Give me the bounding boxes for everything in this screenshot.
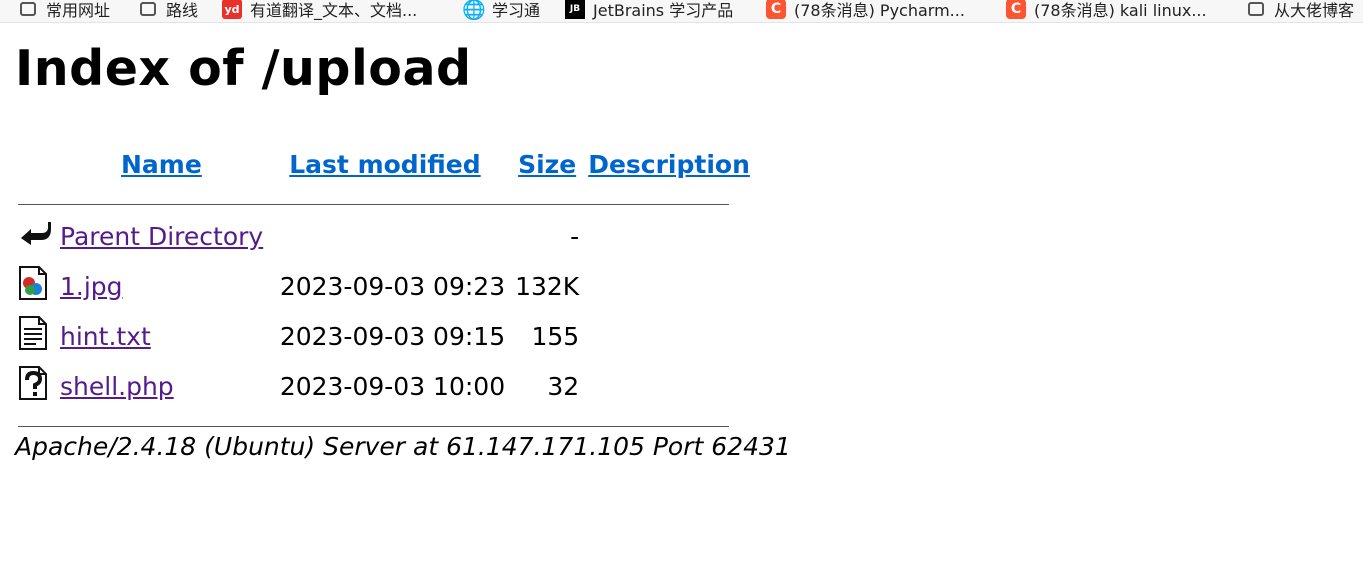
bookmark-folder-route[interactable]: 路线	[140, 0, 198, 21]
row-name-cell: 1.jpg	[57, 261, 274, 311]
bookmark-folder-common[interactable]: 常用网址	[20, 0, 110, 21]
table-row: hint.txt 2023-09-03 09:15 155	[14, 311, 756, 361]
row-description	[582, 211, 756, 261]
globe-icon: 🌐	[462, 0, 486, 21]
row-icon-cell	[14, 361, 57, 411]
bookmark-csdn-kali[interactable]: C (78条消息) kali linux...	[1006, 0, 1207, 21]
table-header: Name Last modified Size Description	[14, 136, 756, 197]
sort-by-name-link[interactable]: Name	[121, 150, 202, 179]
row-size: 32	[547, 371, 580, 401]
csdn-icon: C	[1006, 0, 1026, 19]
header-rule	[14, 197, 756, 211]
bookmark-xuexitong[interactable]: 🌐 学习通	[462, 0, 541, 21]
folder-icon	[20, 2, 36, 16]
bookmark-label: JetBrains 学习产品	[593, 1, 734, 20]
bookmark-label: 常用网址	[46, 1, 111, 20]
bookmark-jetbrains[interactable]: JB JetBrains 学习产品	[565, 0, 733, 21]
table-row: 1.jpg 2023-09-03 09:23 132K	[14, 261, 756, 311]
sort-by-last-modified-link[interactable]: Last modified	[289, 150, 480, 179]
header-last-modified: Last modified	[274, 136, 508, 197]
row-icon-cell	[14, 311, 57, 361]
row-size: -	[570, 221, 580, 251]
row-size: 132K	[515, 271, 580, 301]
server-signature: Apache/2.4.18 (Ubuntu) Server at 61.147.…	[15, 432, 791, 461]
directory-listing: Name Last modified Size Description Pare…	[14, 136, 756, 433]
table-row: shell.php 2023-09-03 10:00 32	[14, 361, 756, 411]
bookmark-label: 有道翻译_文本、文档...	[250, 1, 418, 20]
file-link[interactable]: 1.jpg	[60, 272, 123, 301]
row-description	[582, 361, 756, 411]
text-file-icon	[19, 316, 47, 350]
row-name-cell: Parent Directory	[57, 211, 274, 261]
bookmark-label: 学习通	[492, 1, 541, 20]
file-link[interactable]: hint.txt	[60, 322, 151, 351]
bookmark-csdn-pycharm[interactable]: C (78条消息) Pycharm...	[766, 0, 965, 21]
jetbrains-icon: JB	[565, 0, 585, 19]
row-last-modified	[274, 211, 508, 261]
bookmark-label: 从大佬博客	[1274, 1, 1355, 20]
header-description: Description	[582, 136, 756, 197]
footer-rule	[14, 411, 756, 433]
row-name-cell: shell.php	[57, 361, 274, 411]
table-row: Parent Directory -	[14, 211, 756, 261]
bookmark-label: 路线	[166, 1, 199, 20]
unknown-file-icon	[19, 366, 47, 400]
image-file-icon	[19, 266, 47, 300]
sort-by-description-link[interactable]: Description	[588, 150, 750, 179]
csdn-icon: C	[766, 0, 786, 19]
bookmark-youdao[interactable]: yd 有道翻译_文本、文档...	[222, 0, 417, 21]
row-description	[582, 261, 756, 311]
divider	[18, 203, 729, 205]
row-description	[582, 311, 756, 361]
parent-directory-link[interactable]: Parent Directory	[60, 222, 263, 251]
divider	[18, 425, 729, 427]
header-size: Size	[508, 136, 582, 197]
bookmark-folder-blogs[interactable]: 从大佬博客	[1248, 0, 1354, 21]
row-last-modified: 2023-09-03 09:15	[279, 321, 506, 351]
row-icon-cell	[14, 211, 57, 261]
row-last-modified: 2023-09-03 10:00	[279, 371, 506, 401]
row-last-modified: 2023-09-03 09:23	[279, 271, 506, 301]
file-link[interactable]: shell.php	[60, 372, 174, 401]
folder-icon	[140, 2, 156, 16]
sort-by-size-link[interactable]: Size	[518, 150, 576, 179]
header-name: Name	[57, 136, 274, 197]
bookmark-label: (78条消息) kali linux...	[1034, 1, 1207, 20]
row-icon-cell	[14, 261, 57, 311]
back-arrow-icon	[21, 222, 51, 245]
header-icon-cell	[14, 136, 57, 197]
folder-icon	[1248, 2, 1264, 16]
bookmarks-bar: 常用网址 路线 yd 有道翻译_文本、文档... 🌐 学习通 JB JetBra…	[0, 0, 1363, 23]
row-size: 155	[531, 321, 580, 351]
bookmark-label: (78条消息) Pycharm...	[794, 1, 965, 20]
youdao-icon: yd	[222, 0, 242, 19]
page-title: Index of /upload	[15, 40, 472, 97]
row-name-cell: hint.txt	[57, 311, 274, 361]
